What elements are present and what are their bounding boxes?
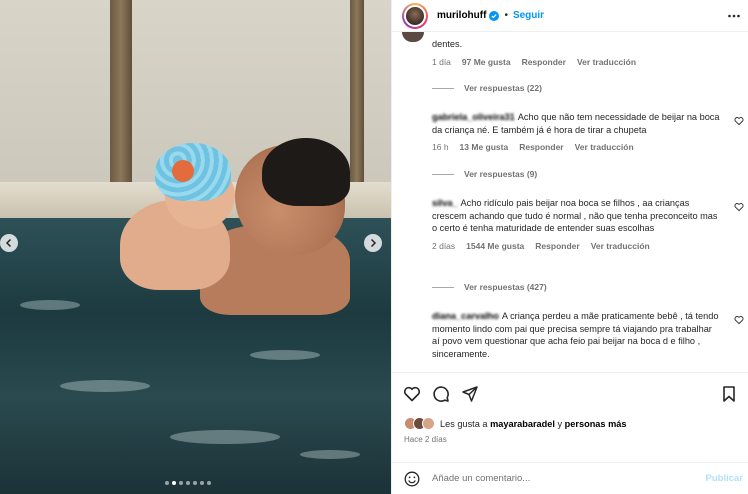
more-options-icon[interactable] (727, 9, 741, 23)
view-replies-label: Ver respuestas (9) (464, 169, 538, 179)
comment-input[interactable] (432, 473, 682, 484)
comments-list[interactable]: dentes. 1 día 97 Me gusta Responder Ver … (392, 32, 748, 370)
water-ripple (170, 430, 280, 444)
avatar[interactable] (422, 417, 435, 430)
comment-item: dentes. 1 día 97 Me gusta Responder Ver … (432, 38, 722, 67)
chevron-right-icon (370, 238, 377, 248)
comment-icon[interactable] (432, 385, 450, 403)
avatar[interactable] (402, 32, 424, 42)
bookmark-icon[interactable] (720, 385, 738, 403)
comment-likes[interactable]: 1544 Me gusta (466, 241, 524, 251)
next-photo-button[interactable] (364, 234, 382, 252)
carousel-dot (179, 481, 183, 485)
comment-text: diana_carvalho A criança perdeu a mãe pra… (432, 310, 722, 360)
heart-icon[interactable] (734, 315, 744, 325)
carousel-dot (186, 481, 190, 485)
comment-meta: 1 día 97 Me gusta Responder Ver traducci… (432, 57, 722, 67)
carousel-indicator (165, 481, 211, 485)
view-replies-button[interactable]: Ver respuestas (22) (432, 83, 542, 93)
comment-meta: 2 días 1544 Me gusta Responder Ver tradu… (432, 241, 722, 251)
reply-button[interactable]: Responder (535, 241, 579, 251)
avatar[interactable] (402, 2, 428, 29)
likes-others-link[interactable]: personas más (565, 419, 627, 429)
instagram-post-modal: murilohuff • Seguir dentes. 1 día 97 Me … (0, 0, 748, 494)
post-actions: Les gusta a mayarabaradel y personas más… (392, 372, 748, 466)
water-ripple (250, 350, 320, 360)
comment-item: diana_carvalho A criança perdeu a mãe pra… (432, 310, 722, 360)
comment-time[interactable]: 1 día (432, 57, 451, 67)
likes-user-link[interactable]: mayarabaradel (490, 419, 555, 429)
avatar-image (404, 4, 426, 27)
publish-button[interactable]: Publicar (706, 473, 744, 484)
water-ripple (60, 380, 150, 392)
carousel-dot (200, 481, 204, 485)
previous-photo-button[interactable] (0, 234, 18, 252)
share-icon[interactable] (461, 385, 479, 403)
comment-meta: 16 h 13 Me gusta Responder Ver traducció… (432, 142, 722, 152)
smile-icon[interactable] (404, 471, 420, 487)
comment-time[interactable]: 2 días (432, 241, 455, 251)
comment-time[interactable]: 16 h (432, 142, 449, 152)
comment-likes[interactable]: 97 Me gusta (462, 57, 511, 67)
comment-body: Acho ridículo pais beijar noa boca se fi… (432, 198, 718, 233)
translate-button[interactable]: Ver traducción (577, 57, 636, 67)
comment-item: gabriela_oliveira31 Acho que não tem nece… (432, 111, 722, 152)
post-header: murilohuff • Seguir (392, 0, 748, 32)
carousel-dot (165, 481, 169, 485)
comment-text: silva_ Acho ridículo pais beijar noa boca… (432, 197, 722, 235)
replies-divider (432, 173, 454, 175)
replies-divider (432, 87, 454, 89)
water-ripple (20, 300, 80, 310)
comment-item: silva_ Acho ridículo pais beijar noa boca… (432, 197, 722, 251)
carousel-dot-active (172, 481, 176, 485)
palm-trunk (110, 0, 132, 190)
post-time[interactable]: Hace 2 días (404, 435, 447, 444)
heart-icon[interactable] (734, 202, 744, 212)
heart-icon[interactable] (734, 116, 744, 126)
likes-conjunction: y (557, 418, 563, 429)
post-photo (0, 0, 391, 494)
carousel-dot (193, 481, 197, 485)
view-replies-button[interactable]: Ver respuestas (427) (432, 282, 547, 292)
adult-hair (262, 138, 350, 206)
likes-text: Les gusta a mayarabaradel y personas más (440, 419, 626, 429)
follow-button[interactable]: Seguir (513, 10, 544, 21)
translate-button[interactable]: Ver traducción (575, 142, 634, 152)
likes-prefix: Les gusta a (440, 418, 488, 429)
separator-dot: • (504, 10, 508, 21)
post-username[interactable]: murilohuff (437, 10, 486, 21)
post-side-panel: murilohuff • Seguir dentes. 1 día 97 Me … (391, 0, 748, 494)
view-replies-label: Ver respuestas (22) (464, 83, 542, 93)
replies-divider (432, 286, 454, 288)
translate-button[interactable]: Ver traducción (591, 241, 650, 251)
view-replies-label: Ver respuestas (427) (464, 282, 547, 292)
chevron-left-icon (5, 238, 12, 248)
water-ripple (300, 450, 360, 459)
comment-username[interactable]: diana_carvalho (432, 311, 499, 321)
heart-icon[interactable] (403, 385, 421, 403)
view-replies-button[interactable]: Ver respuestas (9) (432, 169, 537, 179)
comment-text: gabriela_oliveira31 Acho que não tem nece… (432, 111, 722, 136)
palm-trunk (350, 0, 364, 190)
comment-text: dentes. (432, 39, 463, 49)
comment-username[interactable]: gabriela_oliveira31 (432, 112, 515, 122)
comment-username[interactable]: silva_ (432, 198, 458, 208)
reply-button[interactable]: Responder (522, 57, 566, 67)
comment-likes[interactable]: 13 Me gusta (460, 142, 509, 152)
swim-cap-badge (172, 160, 194, 182)
verified-icon (489, 10, 500, 21)
reply-button[interactable]: Responder (519, 142, 563, 152)
carousel-dot (207, 481, 211, 485)
likes-summary: Les gusta a mayarabaradel y personas más (404, 417, 626, 430)
add-comment-bar: Publicar (392, 462, 748, 494)
